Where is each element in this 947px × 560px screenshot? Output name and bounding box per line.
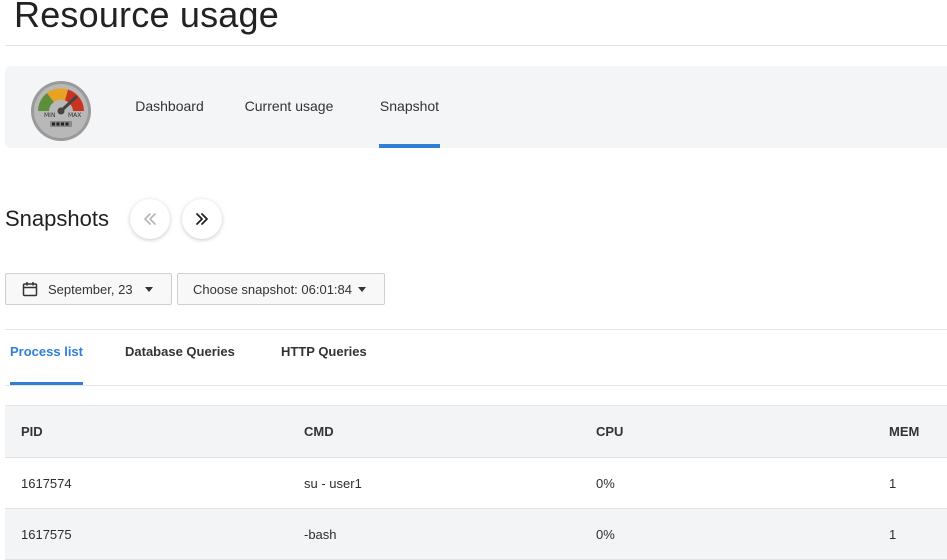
cpu-cell: 0% [596,526,615,542]
chevron-down-icon [144,286,153,292]
date-dropdown[interactable]: September, 23 [5,273,172,305]
tab-process-list[interactable]: Process list [10,330,83,385]
gauge-max-label: MAX [68,112,81,119]
tab-database-queries[interactable]: Database Queries [125,330,235,385]
double-chevron-right-icon [196,213,208,225]
snapshots-title: Snapshots [5,206,109,231]
snapshot-dropdown[interactable]: Choose snapshot: 06:01:84 [177,273,385,305]
snapshot-dropdown-value: Choose snapshot: 06:01:84 [193,281,353,297]
title-divider [5,45,947,46]
tab-dashboard[interactable]: Dashboard [133,66,206,148]
calendar-icon [22,282,38,297]
tab-current-usage-label: Current usage [244,98,334,114]
tab-snapshot[interactable]: Snapshot [379,66,440,148]
pid-cell: 1617575 [21,526,72,542]
next-snapshot-button[interactable] [182,199,222,239]
table-row: 1617575 -bash 0% 1 [5,509,947,560]
mem-cell: 1 [889,475,897,491]
previous-snapshot-button[interactable] [130,199,170,239]
page-title: Resource usage [14,0,279,35]
column-header-cmd[interactable]: CMD [304,406,334,457]
process-table: PID CMD CPU MEM 1617574 su - user1 0% 1 … [5,405,947,560]
cmd-cell: su - user1 [304,475,362,491]
date-dropdown-value: September, 23 [48,281,133,297]
pid-cell: 1617574 [21,475,72,491]
tab-process-list-label: Process list [10,344,83,359]
cmd-cell: -bash [304,526,337,542]
cpu-cell: 0% [596,475,615,491]
tab-http-queries[interactable]: HTTP Queries [281,330,367,385]
gauge-logo-icon: MIN MAX [31,81,91,141]
tab-current-usage[interactable]: Current usage [241,66,337,148]
gauge-min-label: MIN [44,112,55,119]
double-chevron-left-icon [144,213,156,225]
column-header-pid[interactable]: PID [21,406,43,457]
chevron-down-icon [358,286,367,292]
column-header-cpu[interactable]: CPU [596,406,623,457]
table-header-row: PID CMD CPU MEM [5,406,947,458]
tab-database-queries-label: Database Queries [125,344,235,359]
tab-http-queries-label: HTTP Queries [281,344,367,359]
nav-panel: MIN MAX Dashboard Current usage Snapshot [5,66,947,148]
table-row: 1617574 su - user1 0% 1 [5,458,947,509]
tabs-divider-bottom [5,385,947,386]
mem-cell: 1 [889,526,897,542]
tab-dashboard-label: Dashboard [135,98,204,114]
column-header-mem[interactable]: MEM [889,406,919,457]
tab-snapshot-label: Snapshot [379,98,440,114]
